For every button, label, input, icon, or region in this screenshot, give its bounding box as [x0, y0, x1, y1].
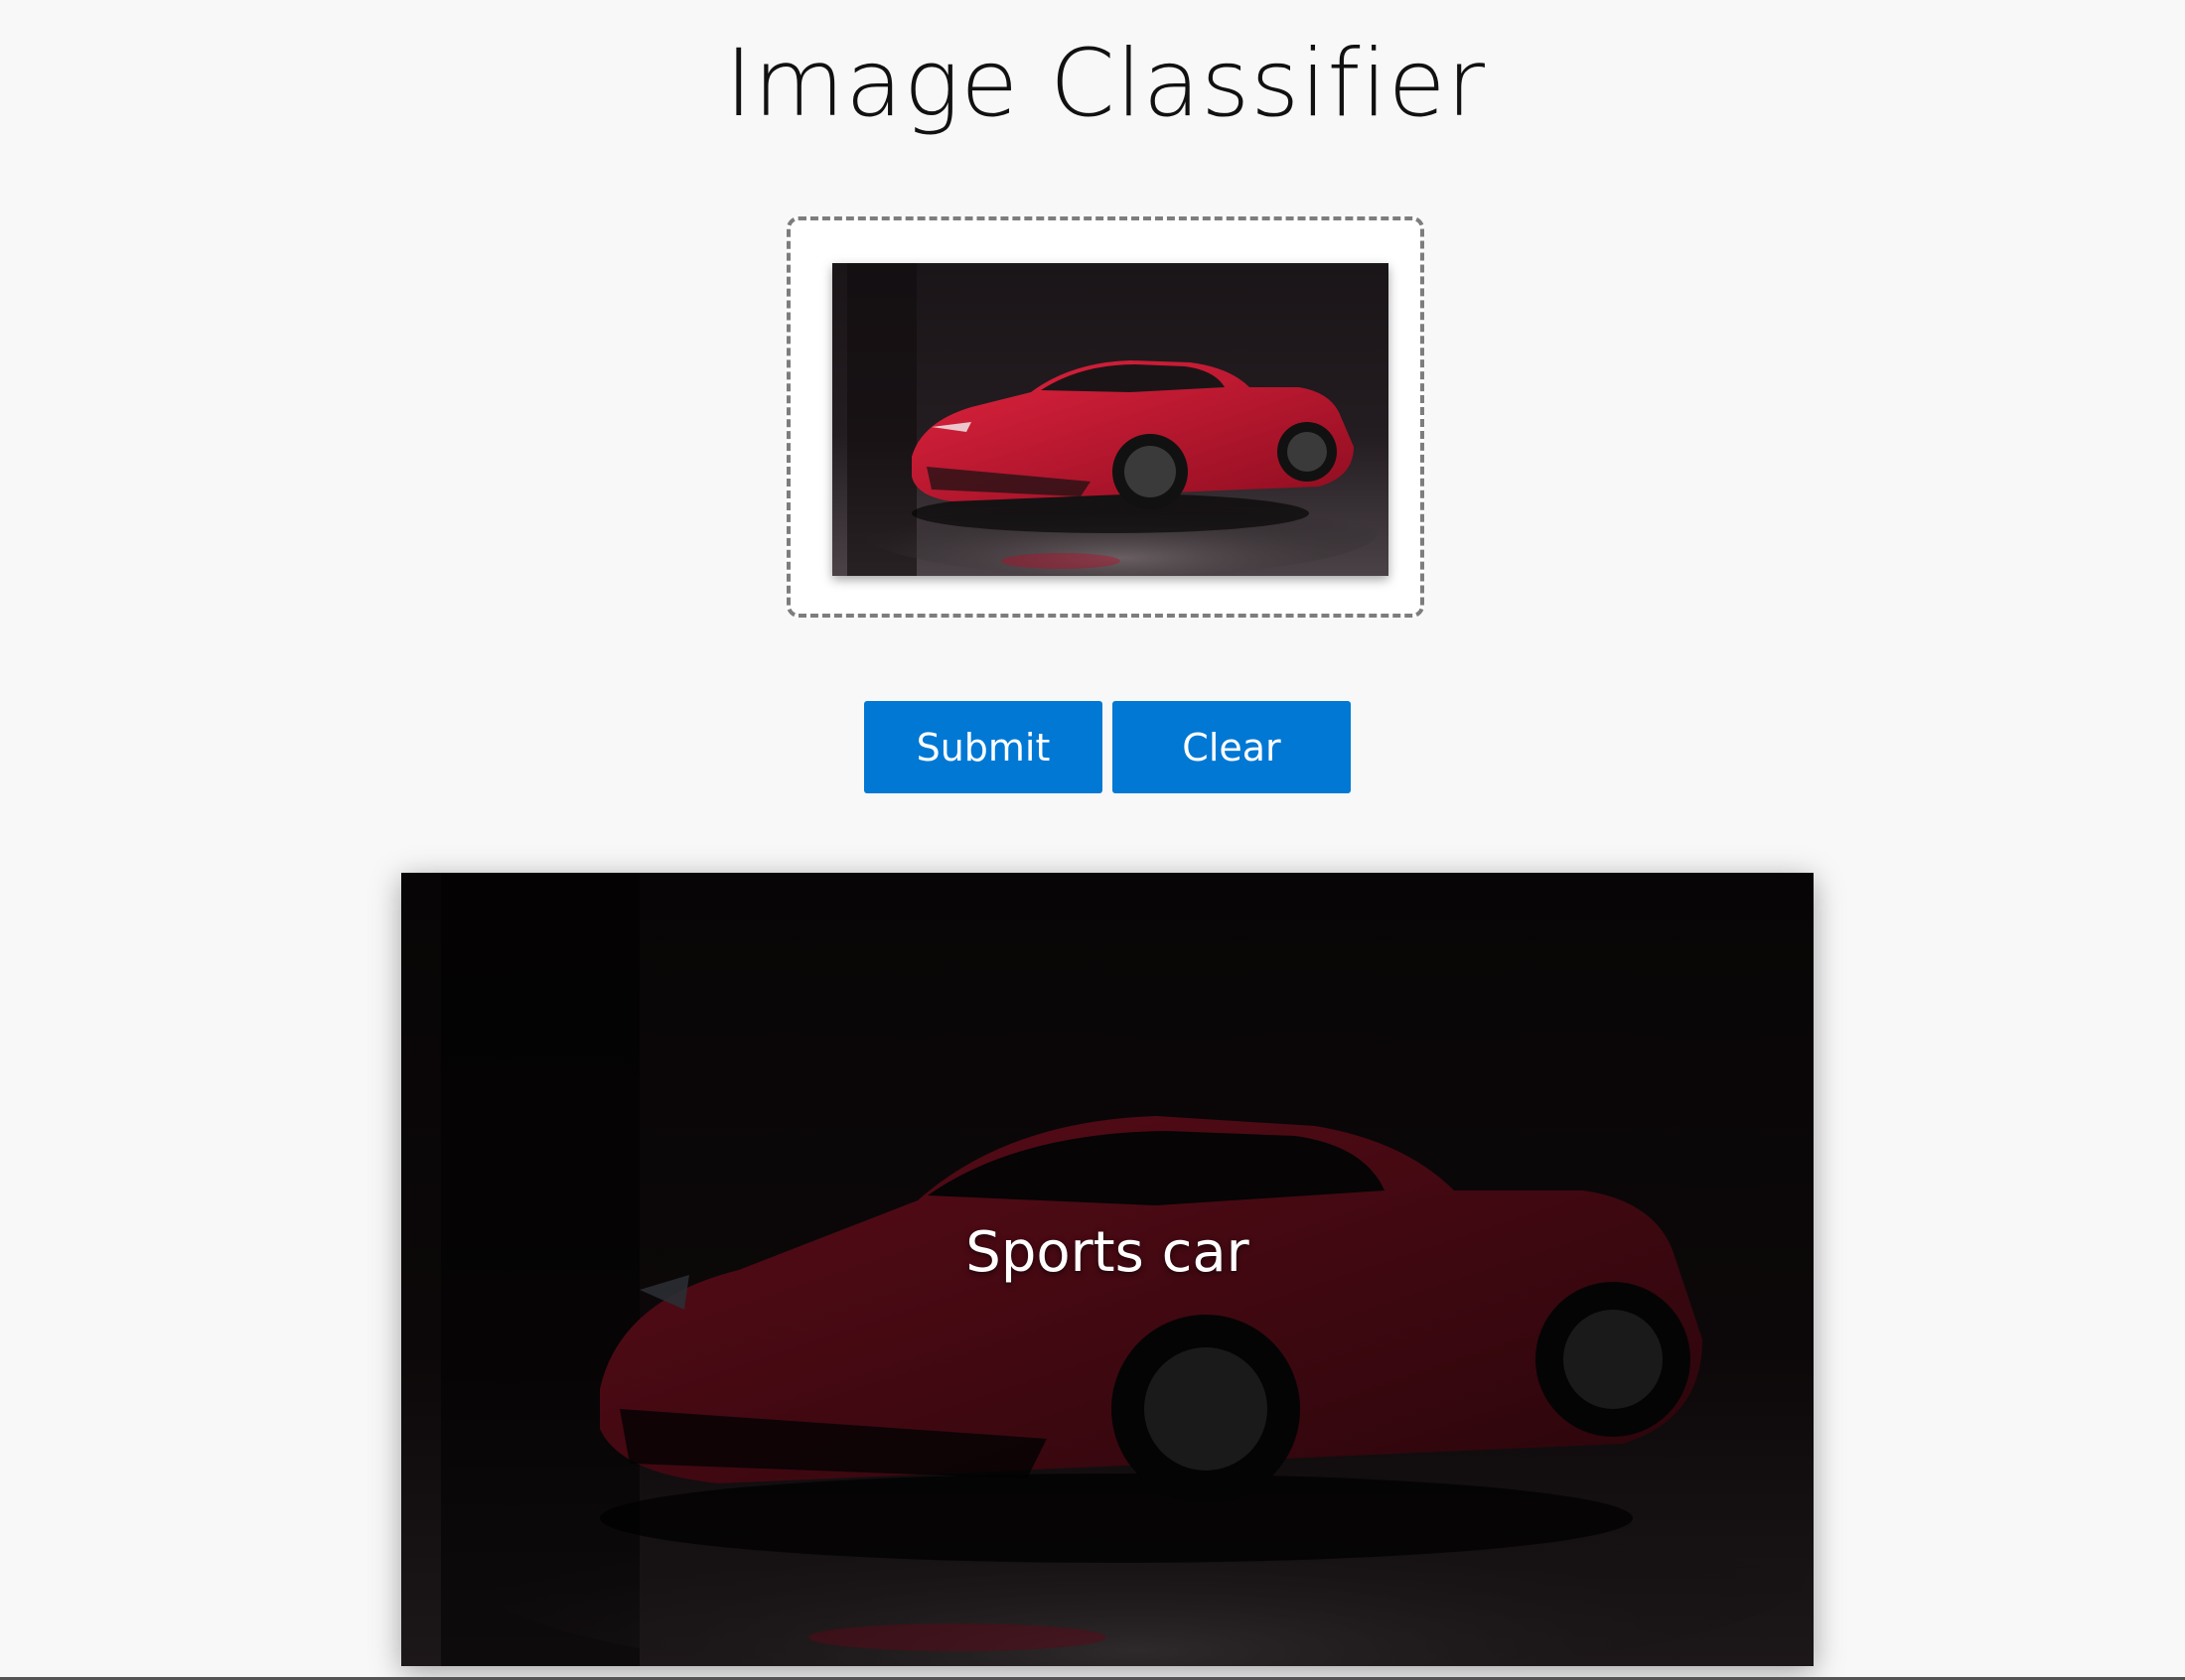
image-classifier-page: Image Classifier Submit Clear Sports car [0, 0, 2185, 1680]
page-title: Image Classifier [724, 30, 1487, 138]
uploaded-image-preview [832, 263, 1388, 576]
classification-result: Sports car [401, 873, 1814, 1666]
image-dropzone[interactable] [787, 216, 1424, 618]
clear-button[interactable]: Clear [1112, 701, 1351, 793]
prediction-label: Sports car [965, 1220, 1249, 1285]
car-photo-icon [832, 263, 1388, 576]
submit-button[interactable]: Submit [864, 701, 1102, 793]
